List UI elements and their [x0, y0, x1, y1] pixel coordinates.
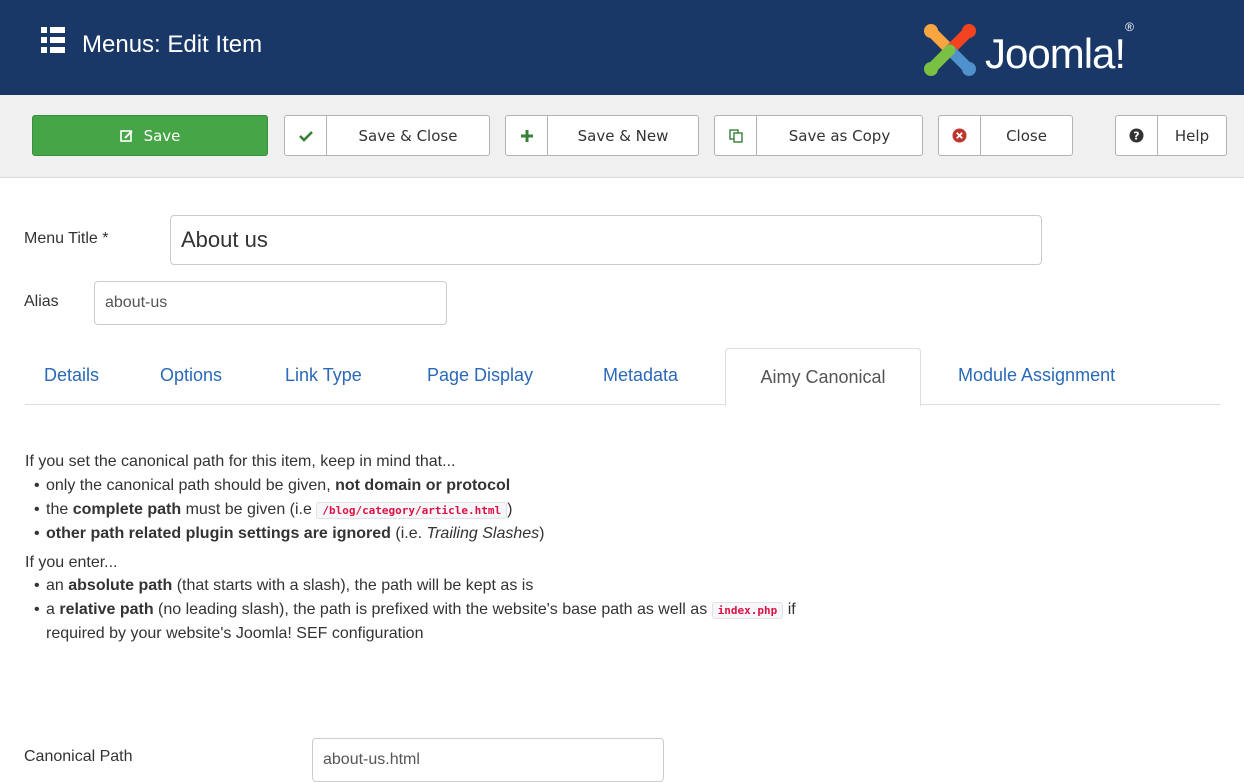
alias-label: Alias [24, 293, 59, 310]
save-button[interactable]: Save [32, 115, 268, 156]
close-button[interactable]: Close [938, 115, 1073, 156]
svg-text:?: ? [1133, 129, 1139, 142]
close-circle-icon [939, 116, 981, 155]
tab-metadata[interactable]: Metadata [603, 365, 678, 386]
tab-page-display[interactable]: Page Display [427, 365, 533, 386]
menu-list-icon [41, 27, 65, 53]
intro-text: If you set the canonical path for this i… [25, 453, 456, 470]
tab-link-type[interactable]: Link Type [285, 365, 362, 386]
save-new-button[interactable]: Save & New [505, 115, 699, 156]
alias-input[interactable]: about-us [94, 281, 447, 325]
list-item: • only the canonical path should be given… [34, 477, 511, 494]
save-close-button[interactable]: Save & Close [284, 115, 490, 156]
code-sample: index.php [711, 602, 784, 619]
check-icon [285, 116, 327, 155]
edit-icon [119, 129, 134, 143]
canonical-path-label: Canonical Path [24, 748, 133, 765]
page-title: Menus: Edit Item [82, 31, 263, 58]
tabs-divider [25, 404, 1220, 405]
tab-options[interactable]: Options [160, 365, 222, 386]
tab-aimy-canonical[interactable]: Aimy Canonical [725, 348, 921, 406]
list-item: • other path related plugin settings are … [34, 525, 545, 542]
menu-title-input[interactable]: About us [170, 215, 1042, 265]
list-item: • a relative path (no leading slash), the… [34, 601, 796, 619]
plus-icon [506, 116, 548, 155]
copy-icon [715, 116, 757, 155]
save-as-copy-button[interactable]: Save as Copy [714, 115, 923, 156]
help-button[interactable]: ? Help [1115, 115, 1227, 156]
app-header: Menus: Edit Item Joomla!® [0, 0, 1244, 95]
menu-title-label: Menu Title * [24, 230, 109, 247]
canonical-path-input[interactable]: about-us.html [312, 738, 664, 782]
list-item-continuation: required by your website's Joomla! SEF c… [46, 625, 424, 642]
enter-text: If you enter... [25, 554, 118, 571]
tab-module-assignment[interactable]: Module Assignment [958, 365, 1115, 386]
toolbar: Save Save & Close Save & New Save as Cop… [0, 95, 1244, 178]
question-circle-icon: ? [1116, 116, 1158, 155]
brand-name: Joomla!® [985, 20, 1134, 77]
code-sample: /blog/category/article.html [316, 502, 508, 519]
joomla-logo-icon [924, 24, 976, 76]
list-item: • the complete path must be given (i.e /b… [34, 501, 513, 519]
list-item: • an absolute path (that starts with a sl… [34, 577, 534, 594]
tab-details[interactable]: Details [44, 365, 99, 386]
